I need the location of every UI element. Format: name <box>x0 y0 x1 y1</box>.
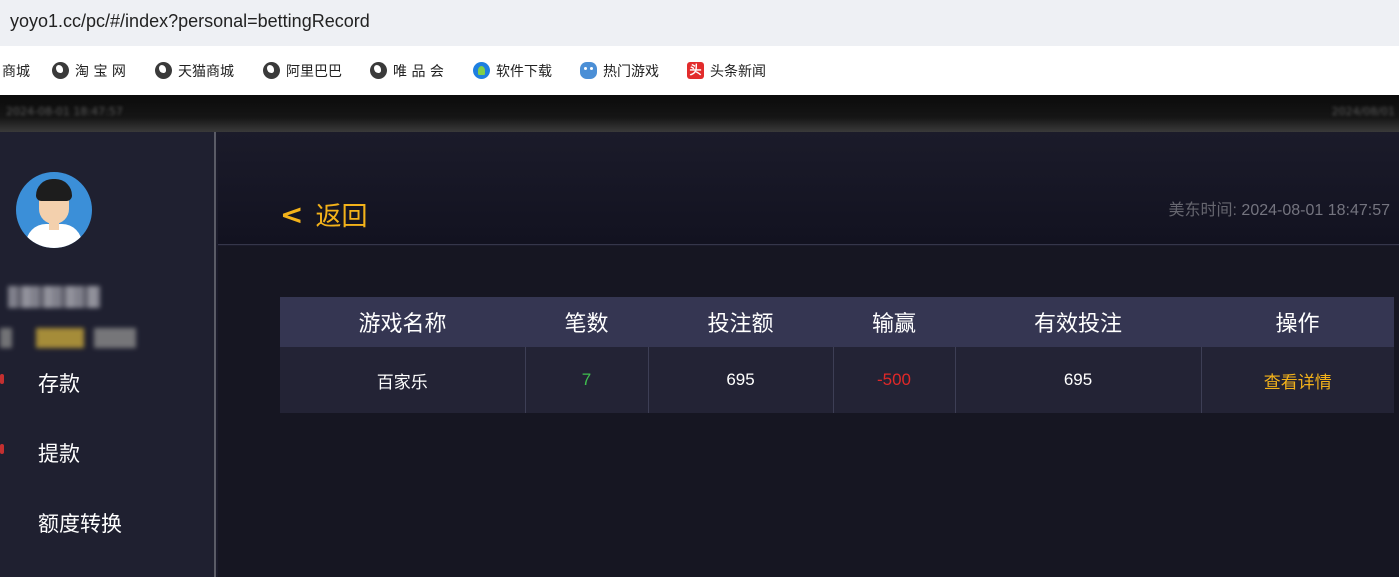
bookmark-label: 头条新闻 <box>710 63 766 80</box>
bookmark-games[interactable]: 热门游戏 <box>580 46 659 95</box>
bookmark-label: 阿里巴巴 <box>286 63 342 80</box>
username-blurred <box>8 286 100 308</box>
back-label: 返回 <box>315 202 368 232</box>
bookmark-software[interactable]: 软件下载 <box>473 46 552 95</box>
col-action: 操作 <box>1201 297 1394 347</box>
table-row: 百家乐 7 695 -500 695 查看详情 <box>280 347 1394 413</box>
avatar[interactable] <box>16 172 92 248</box>
cell-valid-bet: 695 <box>955 347 1202 413</box>
bookmark-alibaba[interactable]: 阿里巴巴 <box>263 46 342 95</box>
news-icon: 头 <box>687 62 704 79</box>
bookmark-label: 商城 <box>2 63 30 80</box>
bookmark-news[interactable]: 头 头条新闻 <box>687 46 766 95</box>
globe-icon <box>263 62 280 79</box>
sidebar: 存款 提款 额度转换 <box>0 132 216 577</box>
sidebar-item-withdraw[interactable]: 提款 <box>38 438 80 468</box>
sidebar-item-deposit[interactable]: 存款 <box>38 368 80 398</box>
chevron-left-icon: < <box>280 198 304 231</box>
cell-count: 7 <box>525 347 649 413</box>
balance-blurred <box>0 328 136 348</box>
col-bet-amount: 投注额 <box>648 297 833 347</box>
cell-bet-amount: 695 <box>648 347 834 413</box>
bookmark-label: 唯 品 会 <box>393 63 444 80</box>
bookmarks-bar: 商城 淘 宝 网 天猫商城 阿里巴巴 唯 品 会 软件下载 热门游戏 头 头条新… <box>0 46 1399 95</box>
topbar-right-info: 2024/08/01 <box>1331 105 1395 118</box>
time-value: 2024-08-01 18:47:57 <box>1241 202 1390 219</box>
bookmark-taobao[interactable]: 淘 宝 网 <box>52 46 126 95</box>
globe-icon <box>370 62 387 79</box>
bookmark-label: 软件下载 <box>496 63 552 80</box>
betting-record-table: 游戏名称 笔数 投注额 输赢 有效投注 操作 百家乐 7 695 -500 69… <box>280 297 1394 413</box>
bookmark-mall[interactable]: 商城 <box>2 46 30 95</box>
back-button[interactable]: < 返回 <box>280 196 367 233</box>
col-game-name: 游戏名称 <box>280 297 525 347</box>
cell-win-loss: -500 <box>833 347 956 413</box>
time-label: 美东时间: <box>1168 202 1237 219</box>
col-win-loss: 输赢 <box>833 297 955 347</box>
game-icon <box>580 62 597 79</box>
bookmark-vip[interactable]: 唯 品 会 <box>370 46 444 95</box>
software-download-icon <box>473 62 490 79</box>
url-text[interactable]: yoyo1.cc/pc/#/index?personal=bettingReco… <box>10 11 370 32</box>
col-count: 笔数 <box>525 297 648 347</box>
menu-marker <box>0 444 4 454</box>
site-topbar: 2024-08-01 18:47:57 2024/08/01 <box>0 95 1399 132</box>
address-bar[interactable]: yoyo1.cc/pc/#/index?personal=bettingReco… <box>0 0 1399 46</box>
bookmark-tmall[interactable]: 天猫商城 <box>155 46 234 95</box>
col-valid-bet: 有效投注 <box>955 297 1201 347</box>
sidebar-item-transfer[interactable]: 额度转换 <box>38 508 122 538</box>
bookmark-label: 淘 宝 网 <box>75 63 126 80</box>
globe-icon <box>52 62 69 79</box>
view-details-link[interactable]: 查看详情 <box>1201 347 1394 413</box>
table-header-row: 游戏名称 笔数 投注额 输赢 有效投注 操作 <box>280 297 1394 347</box>
globe-icon <box>155 62 172 79</box>
topbar-time: 2024-08-01 18:47:57 <box>6 105 123 118</box>
us-east-time: 美东时间: 2024-08-01 18:47:57 <box>1169 196 1390 220</box>
cell-game-name: 百家乐 <box>280 347 526 413</box>
bookmark-label: 天猫商城 <box>178 63 234 80</box>
menu-marker <box>0 374 4 384</box>
bookmark-label: 热门游戏 <box>603 63 659 80</box>
content-header: < 返回 美东时间: 2024-08-01 18:47:57 <box>218 132 1399 245</box>
